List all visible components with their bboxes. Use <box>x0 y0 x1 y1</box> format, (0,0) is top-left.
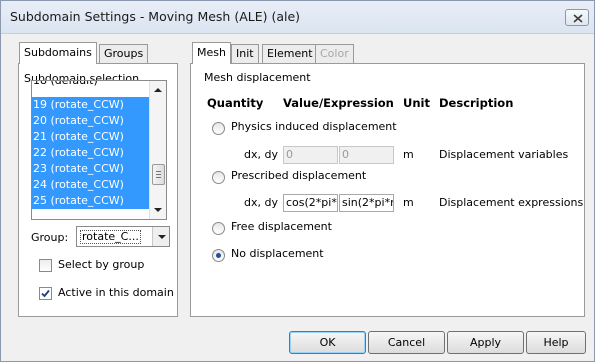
checkmark-icon <box>41 289 50 298</box>
group-select[interactable]: rotate_C... <box>76 226 170 247</box>
prescribed-label: Prescribed displacement <box>231 169 367 182</box>
list-item[interactable]: 21 (rotate_CCW) <box>32 129 150 145</box>
list-item[interactable]: 25 (rotate_CCW) <box>32 193 150 209</box>
active-in-domain-checkbox[interactable] <box>39 287 52 300</box>
physics-dx-field: 0 <box>283 146 338 164</box>
tab-mesh-label: Mesh <box>197 46 226 59</box>
physics-description: Displacement variables <box>439 148 569 161</box>
prescribed-dy-field[interactable]: sin(2*pi*r <box>339 194 394 212</box>
prescribed-unit: m <box>403 196 414 209</box>
apply-button[interactable]: Apply <box>447 331 524 354</box>
list-item[interactable]: 20 (rotate_CCW) <box>32 113 150 129</box>
title-bar[interactable]: Subdomain Settings - Moving Mesh (ALE) (… <box>1 1 594 34</box>
physics-dy-value: 0 <box>342 148 349 161</box>
physics-dxdy-label: dx, dy <box>244 148 278 161</box>
tab-init-label: Init <box>236 47 254 60</box>
tab-color-label: Color <box>320 47 349 60</box>
tab-groups[interactable]: Groups <box>99 44 149 63</box>
column-quantity: Quantity <box>207 96 264 110</box>
tab-element-label: Element <box>267 47 313 60</box>
physics-dx-value: 0 <box>286 148 293 161</box>
mesh-displacement-legend: Mesh displacement <box>204 71 311 84</box>
subdomain-settings-dialog: Subdomain Settings - Moving Mesh (ALE) (… <box>0 0 595 362</box>
tab-init[interactable]: Init <box>231 44 259 63</box>
ok-button[interactable]: OK <box>289 331 366 354</box>
scroll-up-icon[interactable] <box>154 88 162 92</box>
select-by-group-checkbox[interactable] <box>39 259 52 272</box>
column-unit: Unit <box>403 96 430 110</box>
tab-groups-label: Groups <box>104 47 144 60</box>
physics-induced-radio[interactable] <box>212 122 225 135</box>
group-dropdown-button[interactable] <box>152 227 169 246</box>
column-value-expression: Value/Expression <box>283 96 394 110</box>
group-label: Group: <box>31 231 69 244</box>
cancel-button[interactable]: Cancel <box>368 331 445 354</box>
chevron-down-icon <box>158 235 166 239</box>
tab-subdomains[interactable]: Subdomains <box>19 42 97 64</box>
list-item[interactable]: 22 (rotate_CCW) <box>32 145 150 161</box>
tab-element[interactable]: Element <box>262 44 318 63</box>
tab-mesh[interactable]: Mesh <box>192 42 231 64</box>
free-displacement-radio[interactable] <box>212 222 225 235</box>
list-item[interactable]: 19 (rotate_CCW) <box>32 97 150 113</box>
select-by-group-label: Select by group <box>58 258 145 271</box>
list-item[interactable]: 23 (rotate_CCW) <box>32 161 150 177</box>
prescribed-dy-value: sin(2*pi*r <box>342 196 394 209</box>
prescribed-radio[interactable] <box>212 171 225 184</box>
list-item[interactable]: 24 (rotate_CCW) <box>32 177 150 193</box>
group-select-value: rotate_C... <box>80 230 141 244</box>
scroll-thumb[interactable] <box>152 164 165 185</box>
column-description: Description <box>439 96 514 110</box>
window-title: Subdomain Settings - Moving Mesh (ALE) (… <box>10 9 301 24</box>
physics-induced-label: Physics induced displacement <box>231 120 397 133</box>
physics-unit: m <box>403 148 414 161</box>
tab-subdomains-label: Subdomains <box>24 46 92 59</box>
help-button[interactable]: Help <box>526 331 586 354</box>
listbox-scrollbar[interactable] <box>149 81 166 219</box>
active-in-domain-label: Active in this domain <box>58 286 174 299</box>
no-displacement-label: No displacement <box>231 247 324 260</box>
prescribed-dx-value: cos(2*pi*r <box>286 196 338 209</box>
radio-selected-dot <box>216 253 221 258</box>
tab-color: Color <box>315 44 354 63</box>
prescribed-dx-field[interactable]: cos(2*pi*r <box>283 194 338 212</box>
scroll-down-icon[interactable] <box>154 208 162 212</box>
close-button[interactable] <box>565 9 589 26</box>
subdomain-listbox[interactable]: 18 (default) 19 (rotate_CCW) 20 (rotate_… <box>31 80 167 220</box>
list-item[interactable]: 18 (default) <box>32 81 150 89</box>
physics-dy-field: 0 <box>339 146 394 164</box>
close-icon <box>573 14 583 23</box>
prescribed-description: Displacement expressions <box>439 196 584 209</box>
prescribed-dxdy-label: dx, dy <box>244 196 278 209</box>
no-displacement-radio[interactable] <box>212 249 225 262</box>
free-displacement-label: Free displacement <box>231 220 332 233</box>
